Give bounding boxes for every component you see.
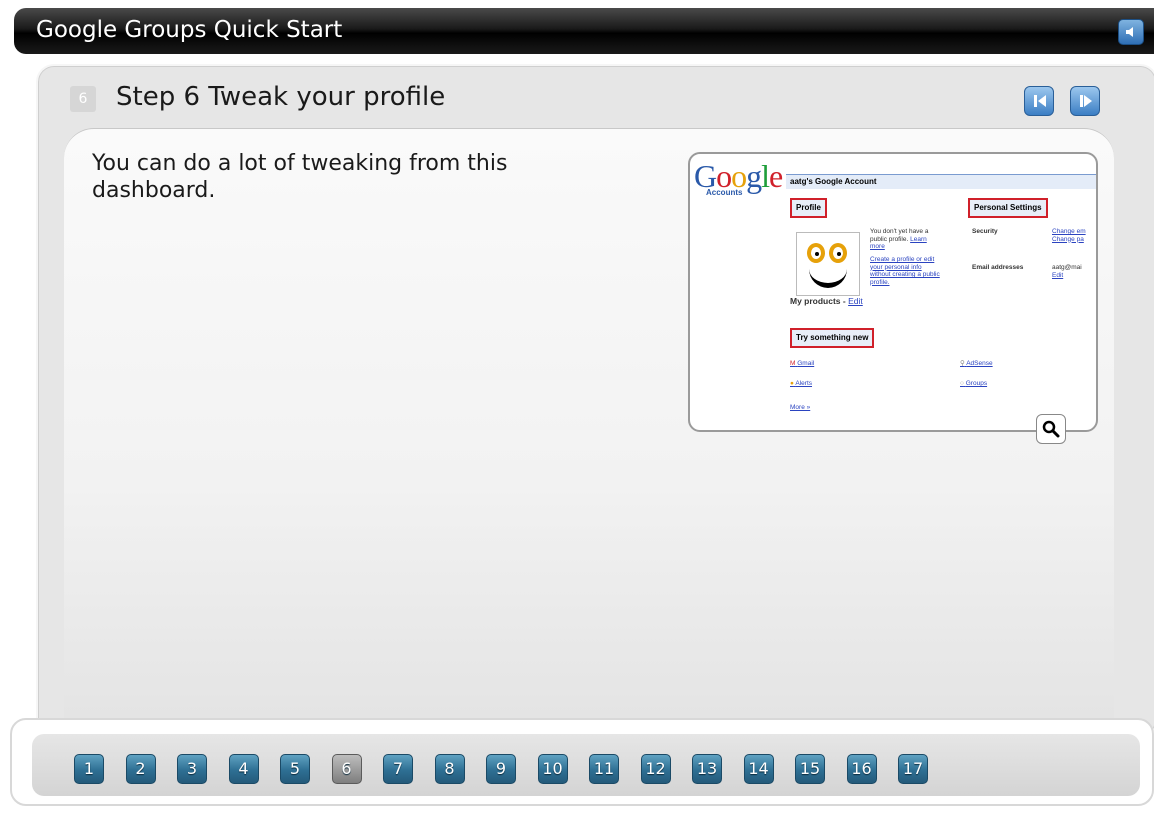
dashboard-screenshot[interactable]: Google Accounts aatg's Google Account Pr… bbox=[688, 152, 1098, 432]
page-button-17[interactable]: 17 bbox=[898, 754, 928, 784]
email-label: Email addresses bbox=[972, 264, 1024, 271]
email-edit-link[interactable]: Edit bbox=[1052, 272, 1063, 280]
alerts-link[interactable]: ● Alerts bbox=[790, 380, 812, 388]
page-button-6[interactable]: 6 bbox=[331, 754, 362, 784]
page-button-4[interactable]: 4 bbox=[228, 754, 259, 784]
title-bar: Google Groups Quick Start bbox=[14, 8, 1154, 54]
security-label: Security bbox=[972, 228, 998, 235]
page-button-3[interactable]: 3 bbox=[177, 754, 207, 784]
groups-link[interactable]: ○ Groups bbox=[960, 380, 987, 388]
next-step-button[interactable] bbox=[1070, 86, 1100, 116]
more-link[interactable]: More » bbox=[790, 404, 810, 412]
page-button-1[interactable]: 1 bbox=[74, 754, 104, 784]
page-button-14[interactable]: 14 bbox=[743, 754, 774, 784]
page-button-11[interactable]: 11 bbox=[589, 754, 619, 784]
app-title: Google Groups Quick Start bbox=[36, 17, 343, 43]
profile-heading: Profile bbox=[790, 198, 827, 218]
page-button-13[interactable]: 13 bbox=[692, 754, 722, 784]
page-button-5[interactable]: 5 bbox=[280, 754, 310, 784]
profile-avatar bbox=[796, 232, 860, 296]
page-button-2[interactable]: 2 bbox=[125, 754, 156, 784]
step-title: Step 6 Tweak your profile bbox=[116, 82, 446, 112]
page-button-12[interactable]: 12 bbox=[640, 754, 671, 784]
search-icon: ⚲ bbox=[960, 360, 965, 367]
page-button-16[interactable]: 16 bbox=[846, 754, 877, 784]
page-button-7[interactable]: 7 bbox=[383, 754, 413, 784]
speaker-icon bbox=[1126, 27, 1133, 37]
accounts-label: Accounts bbox=[706, 188, 743, 197]
page-button-9[interactable]: 9 bbox=[486, 754, 516, 784]
no-profile-text: You don't yet have a public profile. Lea… bbox=[870, 228, 929, 250]
bell-icon: ● bbox=[790, 380, 794, 387]
gmail-link[interactable]: M Gmail bbox=[790, 360, 814, 368]
email-value: aatg@mai bbox=[1052, 264, 1082, 271]
zoom-button[interactable] bbox=[1036, 414, 1066, 444]
next-icon bbox=[1080, 95, 1092, 107]
adsense-link[interactable]: ⚲ AdSense bbox=[960, 360, 993, 368]
my-products-label: My products - Edit bbox=[790, 296, 863, 306]
try-something-new-heading: Try something new bbox=[790, 328, 875, 348]
account-title: aatg's Google Account bbox=[786, 174, 1096, 189]
previous-icon bbox=[1034, 95, 1046, 107]
change-links[interactable]: Change em Change pa bbox=[1052, 228, 1092, 243]
personal-settings-heading: Personal Settings bbox=[968, 198, 1048, 218]
sound-button[interactable] bbox=[1118, 19, 1144, 45]
products-edit-link[interactable]: Edit bbox=[848, 296, 863, 306]
magnifier-icon bbox=[1042, 420, 1060, 438]
page-button-8[interactable]: 8 bbox=[434, 754, 465, 784]
previous-step-button[interactable] bbox=[1024, 86, 1054, 116]
create-profile-link[interactable]: Create a profile or edit your personal i… bbox=[870, 256, 942, 286]
step-description: You can do a lot of tweaking from this d… bbox=[92, 151, 508, 203]
page-button-15[interactable]: 15 bbox=[795, 754, 825, 784]
step-number-badge: 6 bbox=[70, 86, 96, 112]
chat-icon: ○ bbox=[960, 380, 964, 387]
page-button-10[interactable]: 10 bbox=[537, 754, 568, 784]
step-header: 6 Step 6 Tweak your profile bbox=[46, 76, 1146, 126]
